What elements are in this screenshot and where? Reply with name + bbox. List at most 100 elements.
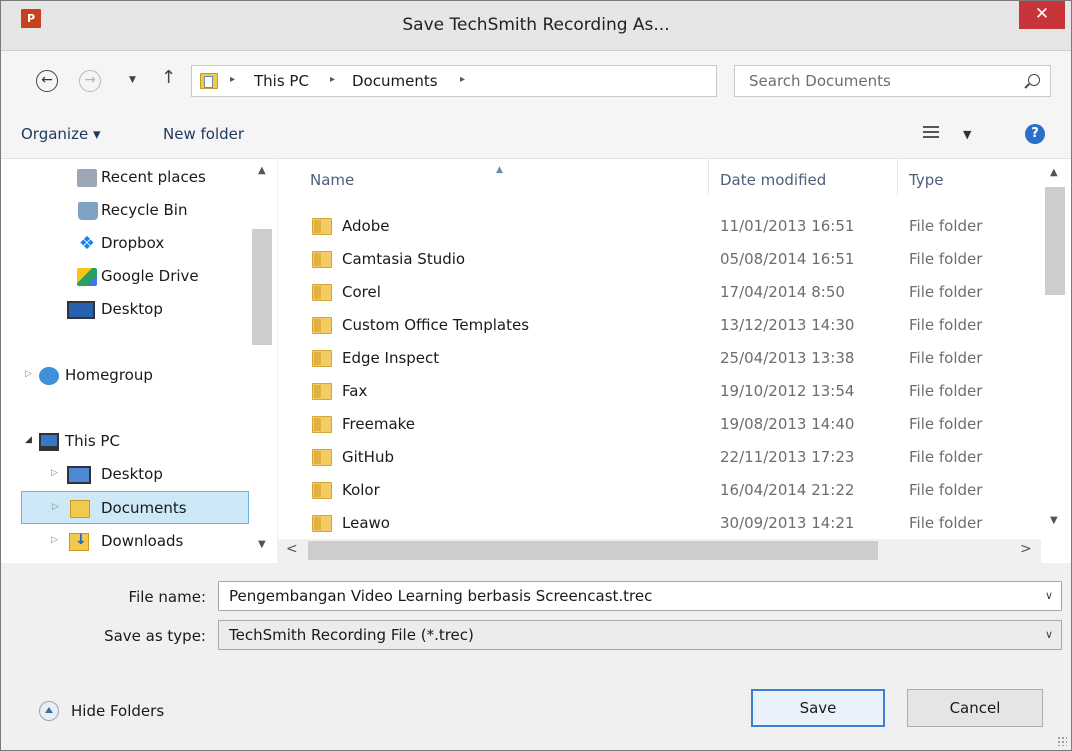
file-name: Freemake <box>342 415 416 433</box>
table-row[interactable]: Fax 19/10/2012 13:54 File folder <box>278 374 1038 407</box>
help-icon[interactable]: ? <box>1025 124 1045 144</box>
table-row[interactable]: Freemake 19/08/2013 14:40 File folder <box>278 407 1038 440</box>
table-row[interactable]: Camtasia Studio 05/08/2014 16:51 File fo… <box>278 242 1038 275</box>
table-row[interactable]: Custom Office Templates 13/12/2013 14:30… <box>278 308 1038 341</box>
file-name-label: File name: <box>128 588 206 606</box>
file-type: File folder <box>909 349 983 367</box>
chevron-down-icon[interactable]: ∨ <box>1045 628 1053 641</box>
nav-item-label: Downloads <box>101 532 184 550</box>
close-button[interactable]: ✕ <box>1019 1 1065 29</box>
nav-item-recent-places[interactable]: Recent places <box>1 161 249 194</box>
recent-locations-button[interactable]: ▼ <box>129 75 136 85</box>
new-folder-button[interactable]: New folder <box>163 125 244 143</box>
table-row[interactable]: Adobe 11/01/2013 16:51 File folder <box>278 209 1038 242</box>
table-row[interactable]: GitHub 22/11/2013 17:23 File folder <box>278 440 1038 473</box>
cancel-button[interactable]: Cancel <box>907 689 1043 727</box>
file-name-field[interactable]: Pengembangan Video Learning berbasis Scr… <box>218 581 1062 611</box>
back-button[interactable]: ← <box>36 70 58 92</box>
breadcrumb-documents[interactable]: Documents <box>352 72 438 90</box>
scroll-left-icon[interactable]: < <box>286 541 298 557</box>
file-date: 11/01/2013 16:51 <box>720 217 855 235</box>
navigation-pane: Recent places Recycle Bin ❖ Dropbox Goog… <box>1 159 277 563</box>
file-date: 17/04/2014 8:50 <box>720 283 845 301</box>
file-list-vertical-scrollbar[interactable]: ▲ ▼ <box>1041 159 1069 539</box>
scroll-down-icon[interactable]: ▼ <box>258 539 266 550</box>
file-name: Corel <box>342 283 381 301</box>
nav-item-dropbox[interactable]: ❖ Dropbox <box>1 227 249 260</box>
expand-arrow-icon[interactable]: ▷ <box>51 468 58 478</box>
table-row[interactable]: Edge Inspect 25/04/2013 13:38 File folde… <box>278 341 1038 374</box>
column-header-type[interactable]: Type <box>909 171 943 189</box>
file-name: Adobe <box>342 217 390 235</box>
file-date: 30/09/2013 14:21 <box>720 514 855 532</box>
column-divider[interactable] <box>897 159 898 195</box>
folder-icon <box>312 383 332 400</box>
scrollbar-thumb[interactable] <box>308 541 878 560</box>
nav-item-downloads[interactable]: ▷ Downloads <box>1 525 249 558</box>
file-type: File folder <box>909 283 983 301</box>
folder-icon <box>312 350 332 367</box>
save-as-type-value: TechSmith Recording File (*.trec) <box>229 626 474 644</box>
forward-button[interactable]: → <box>79 70 101 92</box>
file-type: File folder <box>909 250 983 268</box>
nav-item-desktop[interactable]: ▷ Desktop <box>1 458 249 491</box>
scrollbar-thumb[interactable] <box>1045 187 1065 295</box>
table-row[interactable]: Corel 17/04/2014 8:50 File folder <box>278 275 1038 308</box>
column-header-name[interactable]: Name <box>310 171 354 189</box>
search-input[interactable]: Search Documents <box>734 65 1051 97</box>
expand-arrow-icon[interactable]: ▷ <box>25 369 32 379</box>
title-bar[interactable]: P Save TechSmith Recording As... ✕ <box>1 1 1071 51</box>
file-date: 13/12/2013 14:30 <box>720 316 855 334</box>
file-type: File folder <box>909 217 983 235</box>
nav-item-label: Documents <box>101 499 187 517</box>
nav-item-recycle-bin[interactable]: Recycle Bin <box>1 194 249 227</box>
up-button[interactable]: ↑ <box>161 67 176 88</box>
column-divider[interactable] <box>708 159 709 195</box>
nav-scrollbar[interactable]: ▲ ▼ <box>249 159 277 563</box>
this-pc-icon <box>39 433 59 451</box>
collapse-arrow-icon[interactable]: ◢ <box>25 435 32 445</box>
collapse-up-icon <box>39 701 59 721</box>
breadcrumb-separator[interactable]: ▸ <box>330 74 335 85</box>
scroll-right-icon[interactable]: > <box>1020 541 1032 557</box>
search-icon[interactable] <box>1028 74 1040 86</box>
nav-item-label: Desktop <box>101 465 163 483</box>
breadcrumb-separator[interactable]: ▸ <box>460 74 465 85</box>
organize-menu[interactable]: Organize ▾ <box>21 125 101 143</box>
recent-places-icon <box>77 169 97 187</box>
save-as-type-select[interactable]: TechSmith Recording File (*.trec) ∨ <box>218 620 1062 650</box>
column-header-date-modified[interactable]: Date modified <box>720 171 826 189</box>
file-list-horizontal-scrollbar[interactable]: < > <box>278 539 1041 563</box>
folder-icon <box>312 515 332 532</box>
scroll-up-icon[interactable]: ▲ <box>1050 167 1058 178</box>
resize-grip-icon[interactable] <box>1057 736 1067 746</box>
expand-arrow-icon[interactable]: ▷ <box>52 502 59 512</box>
scroll-down-icon[interactable]: ▼ <box>1050 515 1058 526</box>
file-name: Kolor <box>342 481 380 499</box>
expand-arrow-icon[interactable]: ▷ <box>51 535 58 545</box>
file-type: File folder <box>909 514 983 532</box>
address-bar[interactable]: ▸ This PC ▸ Documents ▸ ∨ ↻ <box>191 65 896 97</box>
folder-icon <box>200 73 218 89</box>
nav-item-desktop-favorite[interactable]: Desktop <box>1 293 249 326</box>
breadcrumb-this-pc[interactable]: This PC <box>254 72 309 90</box>
nav-item-this-pc[interactable]: ◢ This PC <box>1 425 249 458</box>
table-row[interactable]: Kolor 16/04/2014 21:22 File folder <box>278 473 1038 506</box>
documents-icon <box>70 500 90 518</box>
file-list: ▲ Name Date modified Type Adobe 11/01/20… <box>278 159 1071 563</box>
save-button[interactable]: Save <box>751 689 885 727</box>
nav-item-documents[interactable]: ▷ Documents <box>21 491 249 524</box>
chevron-down-icon[interactable]: ∨ <box>1045 589 1053 602</box>
folder-icon <box>312 251 332 268</box>
nav-item-homegroup[interactable]: ▷ Homegroup <box>1 359 249 392</box>
file-name: Custom Office Templates <box>342 316 530 334</box>
view-options-dropdown[interactable]: ▼ <box>963 128 971 141</box>
file-name: Fax <box>342 382 368 400</box>
scrollbar-thumb[interactable] <box>252 229 272 345</box>
nav-item-google-drive[interactable]: Google Drive <box>1 260 249 293</box>
view-options-icon[interactable] <box>923 126 939 142</box>
scroll-up-icon[interactable]: ▲ <box>258 165 266 176</box>
nav-item-label: Dropbox <box>101 234 165 252</box>
file-type: File folder <box>909 316 983 334</box>
table-row[interactable]: Leawo 30/09/2013 14:21 File folder <box>278 506 1038 539</box>
